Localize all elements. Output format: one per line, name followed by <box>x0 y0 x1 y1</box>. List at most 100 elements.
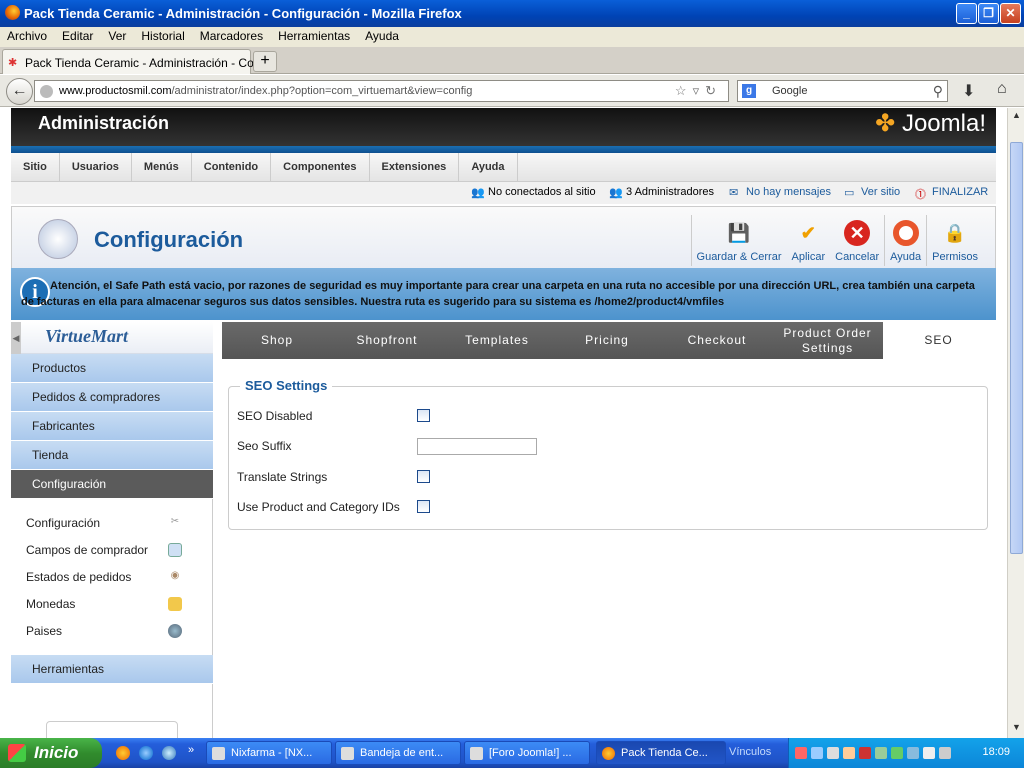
tray-icon[interactable] <box>875 747 887 759</box>
subitem-configuracion[interactable]: Configuración <box>26 516 100 530</box>
menu-editar[interactable]: Editar <box>55 27 101 47</box>
translate-strings-checkbox[interactable] <box>417 470 430 483</box>
toolbar-buttons: 💾 Guardar & Cerrar ✔ Aplicar ✕ Cancelar … <box>690 215 983 266</box>
search-input[interactable]: g Google ⚲ <box>737 80 948 102</box>
menu-bar: Archivo Editar Ver Historial Marcadores … <box>0 27 1024 47</box>
menu-herramientas[interactable]: Herramientas <box>271 27 358 47</box>
ie-quicklaunch-icon[interactable] <box>139 746 153 760</box>
tab-pricing[interactable]: Pricing <box>552 322 662 359</box>
sidebar-item-pedidos[interactable]: Pedidos & compradores <box>11 383 213 412</box>
firefox-quicklaunch-icon[interactable] <box>116 746 130 760</box>
tab-seo[interactable]: SEO <box>883 322 994 359</box>
window-title: Pack Tienda Ceramic - Administración - C… <box>24 6 462 21</box>
vertical-scrollbar[interactable]: ▲ ▼ <box>1007 108 1024 738</box>
checkmark-icon: ✔ <box>800 222 816 243</box>
seo-disabled-checkbox[interactable] <box>417 409 430 422</box>
volume-icon[interactable] <box>939 747 951 759</box>
tray-icon[interactable] <box>843 747 855 759</box>
home-icon[interactable]: ⌂ <box>997 80 1007 98</box>
mail-icon <box>470 747 483 760</box>
subitem-estados-pedidos[interactable]: Estados de pedidos <box>26 570 131 584</box>
jmenu-extensiones[interactable]: Extensiones <box>370 153 460 182</box>
menu-marcadores[interactable]: Marcadores <box>193 27 271 47</box>
jmenu-usuarios[interactable]: Usuarios <box>60 153 132 182</box>
tray-icon[interactable] <box>795 747 807 759</box>
jmenu-componentes[interactable]: Componentes <box>271 153 370 182</box>
sidebar-item-configuracion[interactable]: Configuración <box>11 470 213 499</box>
task-nixfarma[interactable]: Nixfarma - [NX... <box>206 741 332 765</box>
joomla-menu: Sitio Usuarios Menús Contenido Componentes Ex… <box>11 153 996 182</box>
back-button[interactable]: ← <box>6 78 33 105</box>
tray-icon[interactable] <box>859 747 871 759</box>
seo-suffix-input[interactable] <box>417 438 537 455</box>
jmenu-contenido[interactable]: Contenido <box>192 153 272 182</box>
tab-shop[interactable]: Shop <box>222 322 332 359</box>
collapse-sidebar-icon[interactable]: ◀ <box>11 322 21 354</box>
subitem-paises[interactable]: Paises <box>26 624 62 638</box>
sidebar-item-herramientas[interactable]: Herramientas <box>11 655 213 684</box>
permissions-button[interactable]: 🔒 Permisos <box>926 215 983 266</box>
page-title: Configuración <box>94 227 244 252</box>
menu-ver[interactable]: Ver <box>101 27 134 47</box>
admins-count: 3 Administradores <box>626 186 715 198</box>
menu-ayuda[interactable]: Ayuda <box>358 27 407 47</box>
search-icon[interactable]: ⚲ <box>933 83 943 100</box>
url-text: www.productosmil.com/administrator/index… <box>59 85 473 97</box>
sidebar-item-fabricantes[interactable]: Fabricantes <box>11 412 213 441</box>
subitem-monedas[interactable]: Monedas <box>26 597 75 611</box>
sidebar-card <box>46 721 178 738</box>
help-button[interactable]: Ayuda <box>884 215 926 266</box>
scroll-up-icon[interactable]: ▲ <box>1010 110 1023 123</box>
save-close-button[interactable]: 💾 Guardar & Cerrar <box>692 215 787 266</box>
tray-icon[interactable] <box>907 747 919 759</box>
jmenu-ayuda[interactable]: Ayuda <box>459 153 518 182</box>
bookmark-star-icon[interactable]: ☆▿↻ <box>675 83 722 99</box>
task-foro-joomla[interactable]: [Foro Joomla!] ... <box>464 741 590 765</box>
config-tabs: Shop Shopfront Templates Pricing Checkou… <box>222 322 994 359</box>
use-ids-checkbox[interactable] <box>417 500 430 513</box>
tray-icon[interactable] <box>811 747 823 759</box>
download-icon[interactable]: ⬇ <box>962 81 975 101</box>
restore-button[interactable]: ❐ <box>978 3 999 24</box>
apply-button[interactable]: ✔ Aplicar <box>787 215 831 266</box>
menu-archivo[interactable]: Archivo <box>0 27 55 47</box>
messages-link[interactable]: No hay mensajes <box>746 186 831 198</box>
tray-icon[interactable] <box>923 747 935 759</box>
browser-window: Pack Tienda Ceramic - Administración - C… <box>0 0 1024 768</box>
logout-link[interactable]: FINALIZAR <box>932 186 988 198</box>
windows-flag-icon <box>8 744 26 762</box>
outlook-quicklaunch-icon[interactable] <box>162 746 176 760</box>
view-site-link[interactable]: Ver sitio <box>861 186 900 198</box>
task-pack-tienda[interactable]: Pack Tienda Ce... <box>596 741 726 765</box>
browser-tab[interactable]: ✱ Pack Tienda Ceramic - Administración -… <box>2 49 276 74</box>
scroll-down-icon[interactable]: ▼ <box>1010 722 1023 735</box>
tab-product-order-settings[interactable]: Product Order Settings <box>772 322 883 359</box>
tray-icon[interactable] <box>891 747 903 759</box>
cancel-button[interactable]: ✕ Cancelar <box>830 215 884 266</box>
chevron-icon[interactable]: » <box>188 744 194 756</box>
jmenu-menus[interactable]: Menús <box>132 153 192 182</box>
start-button[interactable]: Inicio <box>0 738 102 768</box>
scroll-thumb[interactable] <box>1010 142 1023 554</box>
sidebar-item-productos[interactable]: Productos <box>11 354 213 383</box>
close-button[interactable]: ✕ <box>1000 3 1021 24</box>
title-bar: Pack Tienda Ceramic - Administración - C… <box>0 0 1024 27</box>
subitem-campos-comprador[interactable]: Campos de comprador <box>26 543 148 557</box>
tab-shopfront[interactable]: Shopfront <box>332 322 442 359</box>
jmenu-sitio[interactable]: Sitio <box>11 153 60 182</box>
url-bar[interactable]: www.productosmil.com/administrator/index… <box>34 80 729 102</box>
order-status-icon: ◉ <box>170 570 180 581</box>
new-tab-button[interactable]: + <box>253 51 277 72</box>
menu-historial[interactable]: Historial <box>134 27 192 47</box>
tray-icon[interactable] <box>827 747 839 759</box>
minimize-button[interactable]: _ <box>956 3 977 24</box>
globe-icon <box>168 624 182 638</box>
tab-checkout[interactable]: Checkout <box>662 322 772 359</box>
coins-icon <box>168 597 182 611</box>
task-bandeja[interactable]: Bandeja de ent... <box>335 741 461 765</box>
view-site-icon: ▭ <box>844 187 855 199</box>
tab-templates[interactable]: Templates <box>442 322 552 359</box>
google-icon: g <box>742 84 756 98</box>
sidebar-item-tienda[interactable]: Tienda <box>11 441 213 470</box>
links-toolbar[interactable]: Vínculos <box>729 746 771 758</box>
